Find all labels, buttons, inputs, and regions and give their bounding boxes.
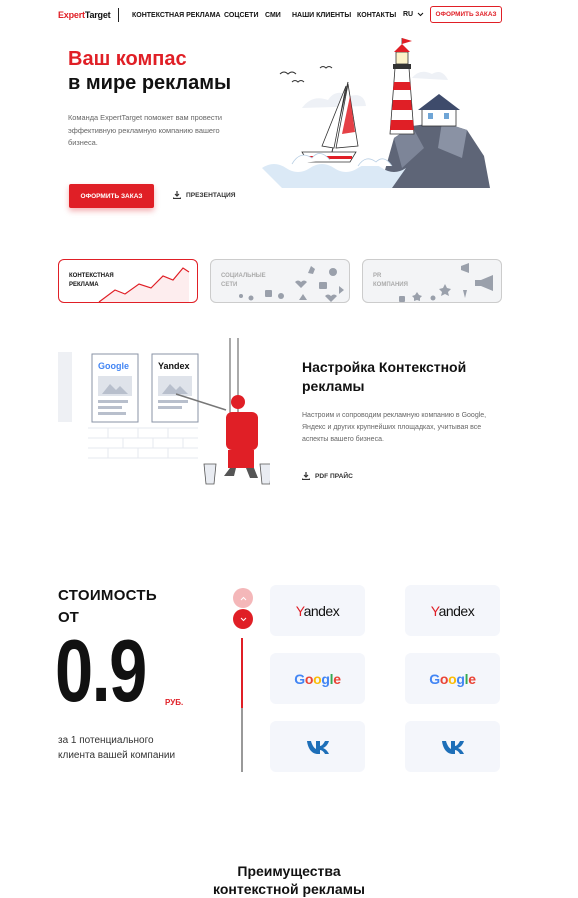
painter-illustration: Google Yandex bbox=[58, 338, 270, 485]
nav-item-clients[interactable]: НАШИ КЛИЕНТЫ bbox=[292, 12, 351, 19]
advantages-title: Преимущества контекстной рекламы bbox=[0, 862, 578, 898]
context-section-title: Настройка Контекстной рекламы bbox=[302, 358, 512, 396]
google-logo: Google bbox=[294, 670, 341, 687]
service-card-social[interactable]: СОЦИАЛЬНЫЕ СЕТИ bbox=[210, 259, 350, 303]
logo-divider bbox=[118, 8, 119, 22]
vk-icon bbox=[306, 740, 329, 754]
price-note: за 1 потенциального клиента вашей компан… bbox=[58, 735, 176, 761]
lighthouse-illustration bbox=[262, 38, 490, 188]
presentation-link[interactable]: ПРЕЗЕНТАЦИЯ bbox=[173, 191, 236, 199]
order-button-hero[interactable]: ОФОРМИТЬ ЗАКАЗ bbox=[69, 184, 154, 208]
context-title-line2: рекламы bbox=[302, 378, 365, 394]
vk-icon bbox=[441, 740, 464, 754]
chevron-up-icon bbox=[240, 596, 246, 600]
hero-description: Команда ExpertTarget поможет вам провест… bbox=[68, 113, 223, 147]
social-icons-pattern bbox=[239, 266, 344, 302]
slider-up-button[interactable] bbox=[233, 588, 253, 608]
download-icon bbox=[173, 191, 181, 199]
price-value: 0.9 bbox=[55, 621, 147, 720]
slider-track bbox=[241, 708, 243, 772]
hero-title-line1: Ваш компас bbox=[68, 48, 187, 70]
logo-target: Target bbox=[84, 10, 111, 20]
platform-tile-yandex[interactable]: Yandex bbox=[405, 585, 500, 636]
price-currency: РУБ. bbox=[165, 698, 184, 707]
yandex-sheet-text: Yandex bbox=[158, 361, 190, 371]
slider-down-button[interactable] bbox=[233, 609, 253, 629]
context-section-description: Настроим и сопроводим рекламную компанию… bbox=[302, 412, 487, 443]
platform-tile-vk[interactable] bbox=[405, 721, 500, 772]
platform-tile-yandex[interactable]: Yandex bbox=[270, 585, 365, 636]
price-heading-line1: СТОИМОСТЬ bbox=[58, 587, 157, 604]
yandex-logo: Yandex bbox=[295, 602, 340, 619]
nav-item-media[interactable]: СМИ bbox=[265, 12, 281, 19]
pdf-price-link[interactable]: PDF ПРАЙС bbox=[302, 472, 353, 480]
order-button-header[interactable]: ОФОРМИТЬ ЗАКАЗ bbox=[430, 6, 502, 23]
google-sheet-text: Google bbox=[98, 361, 129, 371]
nav-item-social[interactable]: СОЦСЕТИ bbox=[224, 12, 258, 19]
platform-tile-google[interactable]: Google bbox=[405, 653, 500, 704]
logo-expert: Expert bbox=[58, 10, 85, 20]
presentation-label: ПРЕЗЕНТАЦИЯ bbox=[186, 191, 236, 199]
google-logo: Google bbox=[429, 670, 476, 687]
platform-tile-vk[interactable] bbox=[270, 721, 365, 772]
chevron-down-icon bbox=[240, 617, 246, 621]
service-card-pr[interactable]: PR КОМПАНИЯ bbox=[362, 259, 502, 303]
download-icon bbox=[302, 472, 310, 480]
logo[interactable]: ExpertTarget bbox=[58, 10, 111, 20]
hero-title-line2: в мире рекламы bbox=[68, 72, 232, 94]
service-card-context[interactable]: КОНТЕКСТНАЯ РЕКЛАМА bbox=[58, 259, 198, 303]
advantages-title-line2: контекстной рекламы bbox=[213, 881, 365, 897]
yandex-logo: Yandex bbox=[430, 602, 475, 619]
chevron-down-icon bbox=[417, 12, 424, 16]
nav-item-context-ads[interactable]: КОНТЕКСТНАЯ РЕКЛАМА bbox=[132, 12, 221, 19]
platform-tile-google[interactable]: Google bbox=[270, 653, 365, 704]
advantages-title-line1: Преимущества bbox=[237, 863, 341, 879]
pdf-price-label: PDF ПРАЙС bbox=[315, 472, 353, 480]
pr-icons-pattern bbox=[399, 263, 493, 302]
nav-item-contacts[interactable]: КОНТАКТЫ bbox=[357, 12, 396, 19]
language-value: RU bbox=[403, 11, 414, 18]
context-title-line1: Настройка Контекстной bbox=[302, 359, 467, 375]
language-select[interactable]: RU bbox=[403, 11, 424, 18]
slider-progress bbox=[241, 638, 243, 708]
growth-chart-icon bbox=[98, 267, 190, 302]
